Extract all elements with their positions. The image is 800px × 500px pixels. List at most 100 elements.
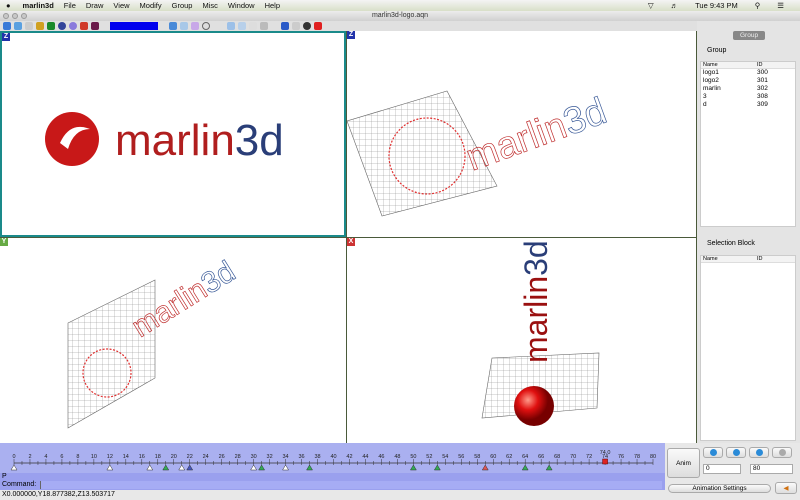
gear-icon[interactable] xyxy=(69,22,77,30)
undo-icon[interactable] xyxy=(169,22,177,30)
viewport-top-right[interactable]: Z marlin3d xyxy=(347,31,696,237)
zoom-button[interactable] xyxy=(21,13,27,19)
menu-draw[interactable]: Draw xyxy=(86,1,104,10)
group-list[interactable]: Name ID logo1 300 logo2 301 marlin 302 3 308 d 309 xyxy=(700,61,796,227)
curve-icon[interactable] xyxy=(25,22,33,30)
current-frame-label[interactable]: 74.0 xyxy=(600,450,611,456)
menu-window[interactable]: Window xyxy=(228,1,255,10)
keyframe-marker[interactable] xyxy=(282,464,290,471)
keyframe-marker[interactable] xyxy=(10,464,18,471)
save-icon[interactable] xyxy=(14,22,22,30)
close-button[interactable] xyxy=(3,13,9,19)
menu-misc[interactable]: Misc xyxy=(202,1,217,10)
keyframe-marker[interactable] xyxy=(409,464,417,471)
timer-icon[interactable] xyxy=(202,22,210,30)
keyframe-marker[interactable] xyxy=(545,464,553,471)
list-item[interactable]: logo1 300 xyxy=(701,69,795,77)
zoom-icon[interactable] xyxy=(281,22,289,30)
shape-icon[interactable] xyxy=(91,22,99,30)
tick-label: 34 xyxy=(283,454,289,460)
keyframe-marker[interactable] xyxy=(178,464,186,471)
volume-icon[interactable]: ♬ xyxy=(671,1,679,10)
menu-group[interactable]: Group xyxy=(172,1,193,10)
keyframe-marker[interactable] xyxy=(106,464,114,471)
group-id: 301 xyxy=(757,77,768,84)
keyframe-marker[interactable] xyxy=(306,464,313,471)
keyframe-marker[interactable] xyxy=(162,464,170,471)
render-icon[interactable] xyxy=(314,22,322,30)
column-name[interactable]: Name xyxy=(701,256,757,262)
timeline-ruler[interactable]: 0 2 4 6 8 10 12 14 16 18 20 22 24 26 28 30 32 34 36 38 40 42 4… xyxy=(0,443,665,471)
play-icon[interactable] xyxy=(180,22,188,30)
wifi-icon[interactable]: ▽ xyxy=(648,1,654,10)
tick-label: 12 xyxy=(107,454,113,460)
column-id[interactable]: ID xyxy=(757,256,795,262)
keyframe-marker[interactable] xyxy=(258,464,266,471)
keyframe-marker[interactable] xyxy=(481,464,489,471)
menu-app[interactable]: marlin3d xyxy=(23,1,54,10)
selection-list[interactable]: Name ID xyxy=(700,255,796,441)
sound-button[interactable]: ◀ xyxy=(775,482,797,494)
viewport-top-left[interactable]: Z marlin3d xyxy=(0,31,346,237)
tick-label: 22 xyxy=(187,454,193,460)
grid-icon[interactable] xyxy=(260,22,268,30)
group-id: 302 xyxy=(757,85,768,92)
keyframe-marker[interactable] xyxy=(521,464,529,471)
apple-icon[interactable]: ● xyxy=(6,1,11,10)
end-frame-input[interactable]: 80 xyxy=(750,464,793,474)
tick-label: 72 xyxy=(586,454,592,460)
stop-button[interactable] xyxy=(772,447,792,458)
menu-modify[interactable]: Modify xyxy=(140,1,162,10)
command-input[interactable] xyxy=(40,481,662,489)
menu-file[interactable]: File xyxy=(64,1,76,10)
list-icon[interactable]: ☰ xyxy=(777,1,784,10)
pause-icon xyxy=(732,449,740,456)
start-frame-input[interactable]: 0 xyxy=(703,464,741,474)
tick-label: 52 xyxy=(426,454,432,460)
tick-label: 0 xyxy=(12,454,15,460)
minimize-button[interactable] xyxy=(12,13,18,19)
list-item[interactable]: marlin 302 xyxy=(701,85,795,93)
menu-help[interactable]: Help xyxy=(265,1,280,10)
group-name: 3 xyxy=(703,93,707,100)
viewport-bottom-right[interactable]: X marlin3d xyxy=(347,238,696,443)
column-name[interactable]: Name xyxy=(701,62,757,68)
cube-icon[interactable] xyxy=(47,22,55,30)
keyframe-marker[interactable] xyxy=(146,464,154,471)
flag-icon[interactable] xyxy=(191,22,199,30)
current-frame-marker[interactable] xyxy=(602,458,608,465)
keyframe-marker[interactable] xyxy=(186,464,194,471)
hand-icon[interactable] xyxy=(292,22,300,30)
line-icon[interactable] xyxy=(249,22,257,30)
animation-settings-button[interactable]: Animation Settings xyxy=(668,484,771,493)
anim-button[interactable]: Anim xyxy=(667,448,700,478)
keyframe-marker[interactable] xyxy=(433,464,441,471)
list-item[interactable]: 3 308 xyxy=(701,93,795,101)
object-icon[interactable] xyxy=(80,22,88,30)
line-tool-icon[interactable] xyxy=(227,22,235,30)
side-panel: Group Group Name ID logo1 300 logo2 301 marli… xyxy=(697,21,800,490)
timeline[interactable]: 0 2 4 6 8 10 12 14 16 18 20 22 24 26 28 30 32 34 36 38 40 42 4… xyxy=(0,443,665,490)
column-id[interactable]: ID xyxy=(757,62,795,68)
pause-button[interactable] xyxy=(726,447,746,458)
tick-label: 30 xyxy=(251,454,257,460)
list-item[interactable]: logo2 301 xyxy=(701,77,795,85)
pen-icon[interactable] xyxy=(238,22,246,30)
triangle-icon[interactable] xyxy=(36,22,44,30)
open-icon[interactable] xyxy=(3,22,11,30)
menu-view[interactable]: View xyxy=(113,1,129,10)
sphere-icon[interactable] xyxy=(58,22,66,30)
speaker-icon: ◀ xyxy=(783,485,789,492)
color-swatch[interactable] xyxy=(110,22,158,30)
tab-group[interactable]: Group xyxy=(733,31,766,40)
clock[interactable]: Tue 9:43 PM xyxy=(695,1,738,10)
rotate-icon[interactable] xyxy=(303,22,311,30)
play-button[interactable] xyxy=(749,447,769,458)
rewind-button[interactable] xyxy=(703,447,723,458)
spotlight-icon[interactable]: ⚲ xyxy=(755,1,761,10)
group-id: 309 xyxy=(757,101,768,108)
keyframe-marker[interactable] xyxy=(250,464,258,471)
viewport-bottom-left[interactable]: Y marlin3d xyxy=(0,238,346,443)
list-item[interactable]: d 309 xyxy=(701,101,795,109)
tick-label: 38 xyxy=(314,454,320,460)
